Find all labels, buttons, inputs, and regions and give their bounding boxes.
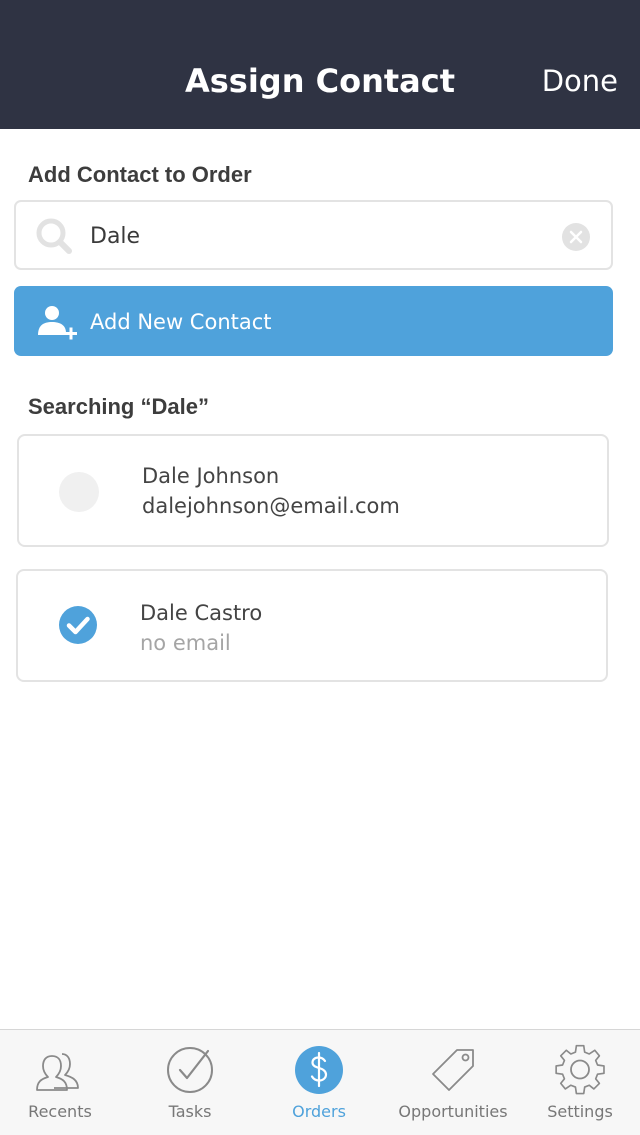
tab-label: Recents (28, 1102, 92, 1121)
add-new-contact-button[interactable]: Add New Contact (14, 286, 613, 356)
tab-settings[interactable]: Settings (520, 1030, 640, 1135)
contact-email: dalejohnson@email.com (142, 494, 400, 518)
search-box[interactable] (14, 200, 613, 270)
tab-tasks[interactable]: Tasks (130, 1030, 250, 1135)
add-new-contact-label: Add New Contact (90, 310, 272, 334)
tab-bar: Recents Tasks Orders Opportunities Setti… (0, 1029, 640, 1135)
done-button[interactable]: Done (542, 64, 618, 98)
tab-label: Opportunities (398, 1102, 508, 1121)
add-user-icon (38, 306, 77, 340)
search-input[interactable] (90, 222, 530, 250)
contact-result-card[interactable]: Dale Castro no email (16, 569, 608, 682)
tab-label: Settings (547, 1102, 613, 1121)
checkmark-circle-icon (167, 1047, 213, 1093)
tab-label: Tasks (168, 1102, 212, 1121)
contact-name: Dale Johnson (142, 464, 280, 488)
add-contact-heading: Add Contact to Order (28, 162, 252, 187)
nav-bar: Assign Contact Done (0, 0, 640, 129)
tab-recents[interactable]: Recents (0, 1030, 120, 1135)
unselected-radio[interactable] (59, 472, 99, 512)
contact-result-card[interactable]: Dale Johnson dalejohnson@email.com (17, 434, 609, 547)
results-heading: Searching “Dale” (28, 394, 209, 419)
people-icon (36, 1053, 79, 1091)
tag-icon (432, 1049, 474, 1091)
tab-opportunities[interactable]: Opportunities (388, 1030, 518, 1135)
clear-search-icon[interactable] (562, 223, 590, 251)
dollar-icon (295, 1046, 343, 1094)
contact-email: no email (140, 631, 231, 655)
checkmark-selected-icon[interactable] (58, 605, 98, 645)
gear-icon (555, 1044, 605, 1095)
tab-orders[interactable]: Orders (259, 1030, 379, 1135)
tab-label: Orders (292, 1102, 346, 1121)
search-icon (36, 218, 72, 254)
contact-name: Dale Castro (140, 601, 263, 625)
